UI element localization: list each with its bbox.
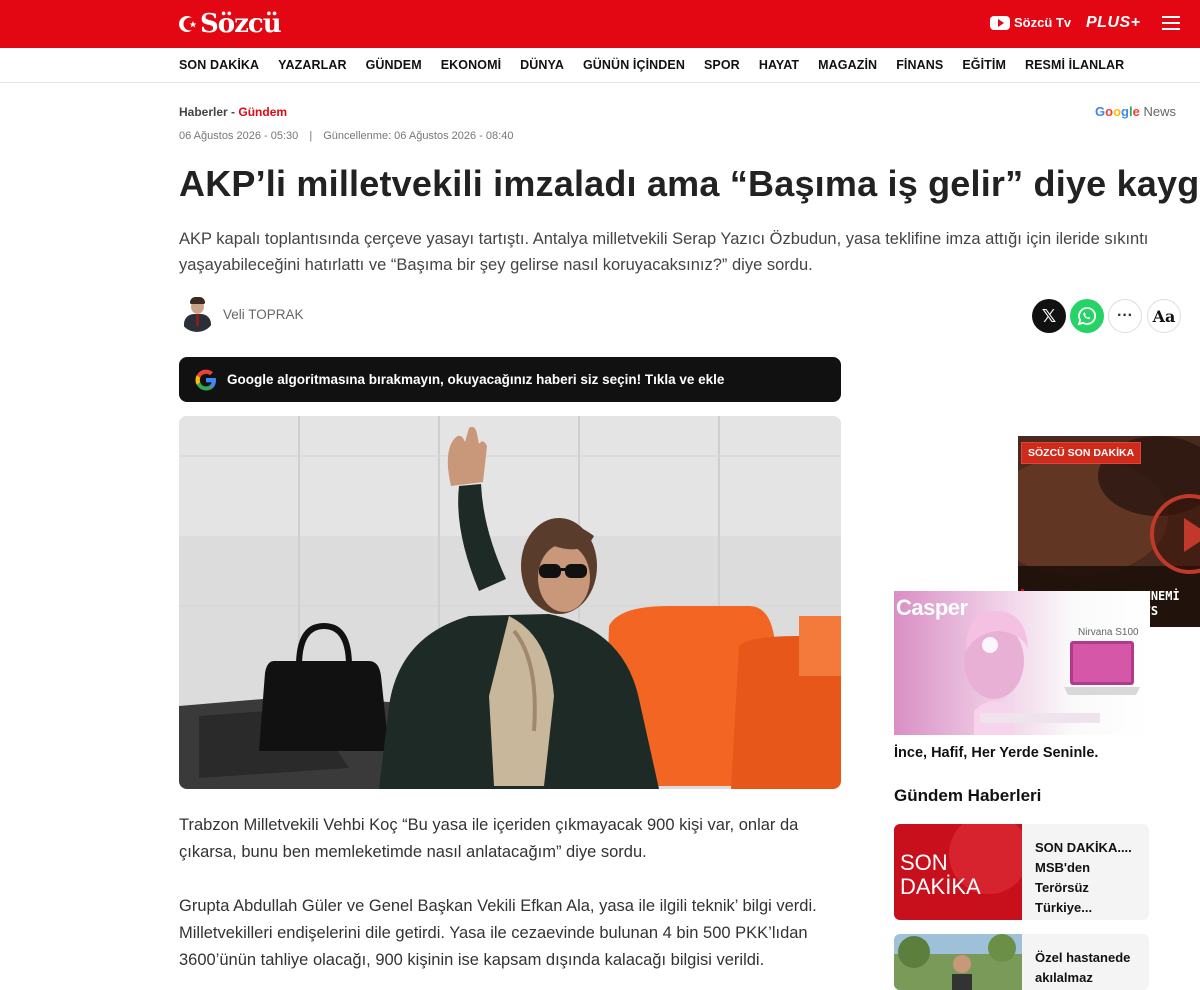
date-separator: | bbox=[309, 130, 313, 142]
google-news-label: News bbox=[1143, 104, 1176, 119]
ad-caption[interactable]: İnce, Hafif, Her Yerde Seninle. bbox=[894, 745, 1098, 761]
sidebar-news-item[interactable]: Özel hastanede akılalmaz skandal: bbox=[894, 934, 1149, 990]
plus-link[interactable]: PLUS+ bbox=[1086, 14, 1141, 32]
google-g-icon bbox=[195, 369, 216, 390]
logo-crescent-icon bbox=[176, 11, 198, 37]
nav-item-hayat[interactable]: HAYAT bbox=[759, 58, 799, 72]
nav-item-gundem[interactable]: GÜNDEM bbox=[366, 58, 422, 72]
article-paragraph: Trabzon Milletvekili Vehbi Koç “Bu yasa … bbox=[179, 816, 799, 861]
author-name[interactable]: Veli TOPRAK bbox=[223, 307, 304, 322]
nav-item-resmi-ilanlar[interactable]: RESMİ İLANLAR bbox=[1025, 58, 1124, 72]
share-whatsapp-button[interactable] bbox=[1070, 299, 1104, 333]
google-preferred-source-banner[interactable]: Google algoritmasına bırakmayın, okuyaca… bbox=[179, 357, 841, 402]
nav-item-dunya[interactable]: DÜNYA bbox=[520, 58, 564, 72]
article-hero-image bbox=[179, 416, 841, 789]
ad-model: Nirvana S100 bbox=[1078, 627, 1139, 638]
sidebar-news-item[interactable]: SON DAKİKA SON DAKİKA.... MSB'den Terörs… bbox=[894, 824, 1149, 920]
nav-item-ekonomi[interactable]: EKONOMİ bbox=[441, 58, 501, 72]
nav-item-finans[interactable]: FİNANS bbox=[896, 58, 943, 72]
x-logo-icon: 𝕏 bbox=[1041, 305, 1057, 326]
font-size-button[interactable]: Aa bbox=[1147, 299, 1181, 333]
sidebar-section-title: Gündem Haberleri bbox=[894, 786, 1042, 805]
google-news-link[interactable]: Google News bbox=[1095, 104, 1176, 119]
hamburger-menu-icon[interactable] bbox=[1162, 16, 1180, 30]
site-logo[interactable]: Sözcü bbox=[176, 9, 282, 39]
nav-item-yazarlar[interactable]: YAZARLAR bbox=[278, 58, 346, 72]
nav-item-son-dakika[interactable]: SON DAKİKA bbox=[179, 58, 259, 72]
sozcu-tv-link[interactable]: Sözcü Tv bbox=[990, 15, 1071, 30]
nav-item-gunun-icinden[interactable]: GÜNÜN İÇİNDEN bbox=[583, 58, 685, 72]
article-paragraph: Grupta Abdullah Güler ve Genel Başkan Ve… bbox=[179, 897, 817, 969]
ad-brand: Casper bbox=[896, 595, 968, 620]
video-tag: SÖZCÜ SON DAKİKA bbox=[1021, 442, 1142, 464]
whatsapp-icon bbox=[1077, 307, 1096, 326]
main-nav: SON DAKİKA YAZARLAR GÜNDEM EKONOMİ DÜNYA… bbox=[0, 48, 1200, 83]
thumb-text-line2: DAKİKA bbox=[900, 874, 981, 899]
thumb-text-line1: SON bbox=[900, 850, 948, 875]
article-headline: AKP’li milletvekili imzaladı ama “Başıma… bbox=[179, 163, 1200, 204]
news-title[interactable]: SON DAKİKA.... MSB'den Terörsüz Türkiye.… bbox=[1035, 838, 1147, 918]
nav-item-spor[interactable]: SPOR bbox=[704, 58, 740, 72]
news-thumbnail: SON DAKİKA bbox=[894, 824, 1022, 920]
google-banner-text: Google algoritmasına bırakmayın, okuyaca… bbox=[227, 372, 725, 387]
youtube-icon bbox=[990, 15, 1010, 30]
article-dates: 06 Ağustos 2026 - 05:30 | Güncellenme: 0… bbox=[179, 130, 513, 142]
logo-text: Sözcü bbox=[200, 9, 282, 39]
top-bar: Sözcü Sözcü Tv PLUS+ bbox=[0, 0, 1200, 48]
article-lead: AKP kapalı toplantısında çerçeve yasayı … bbox=[179, 230, 1149, 274]
author-avatar bbox=[179, 296, 215, 332]
casper-ad-banner[interactable]: Casper Nirvana S100 bbox=[894, 591, 1150, 735]
news-title[interactable]: Özel hastanede akılalmaz skandal: bbox=[1035, 948, 1147, 990]
published-date: 06 Ağustos 2026 - 05:30 bbox=[179, 130, 299, 142]
sozcu-tv-label: Sözcü Tv bbox=[1014, 15, 1072, 30]
news-thumbnail bbox=[894, 934, 1022, 990]
updated-date: Güncellenme: 06 Ağustos 2026 - 08:40 bbox=[323, 130, 514, 142]
author-block[interactable]: Veli TOPRAK bbox=[179, 296, 304, 332]
share-x-button[interactable]: 𝕏 bbox=[1032, 299, 1066, 333]
breadcrumb-root[interactable]: Haberler - bbox=[179, 105, 235, 119]
nav-item-magazin[interactable]: MAGAZİN bbox=[818, 58, 877, 72]
nav-item-egitim[interactable]: EĞİTİM bbox=[962, 58, 1006, 72]
breadcrumb: Haberler - Gündem bbox=[179, 105, 287, 119]
share-more-button[interactable]: ··· bbox=[1108, 299, 1142, 333]
breadcrumb-category[interactable]: Gündem bbox=[238, 105, 287, 119]
google-wordmark: Google bbox=[1095, 104, 1140, 119]
